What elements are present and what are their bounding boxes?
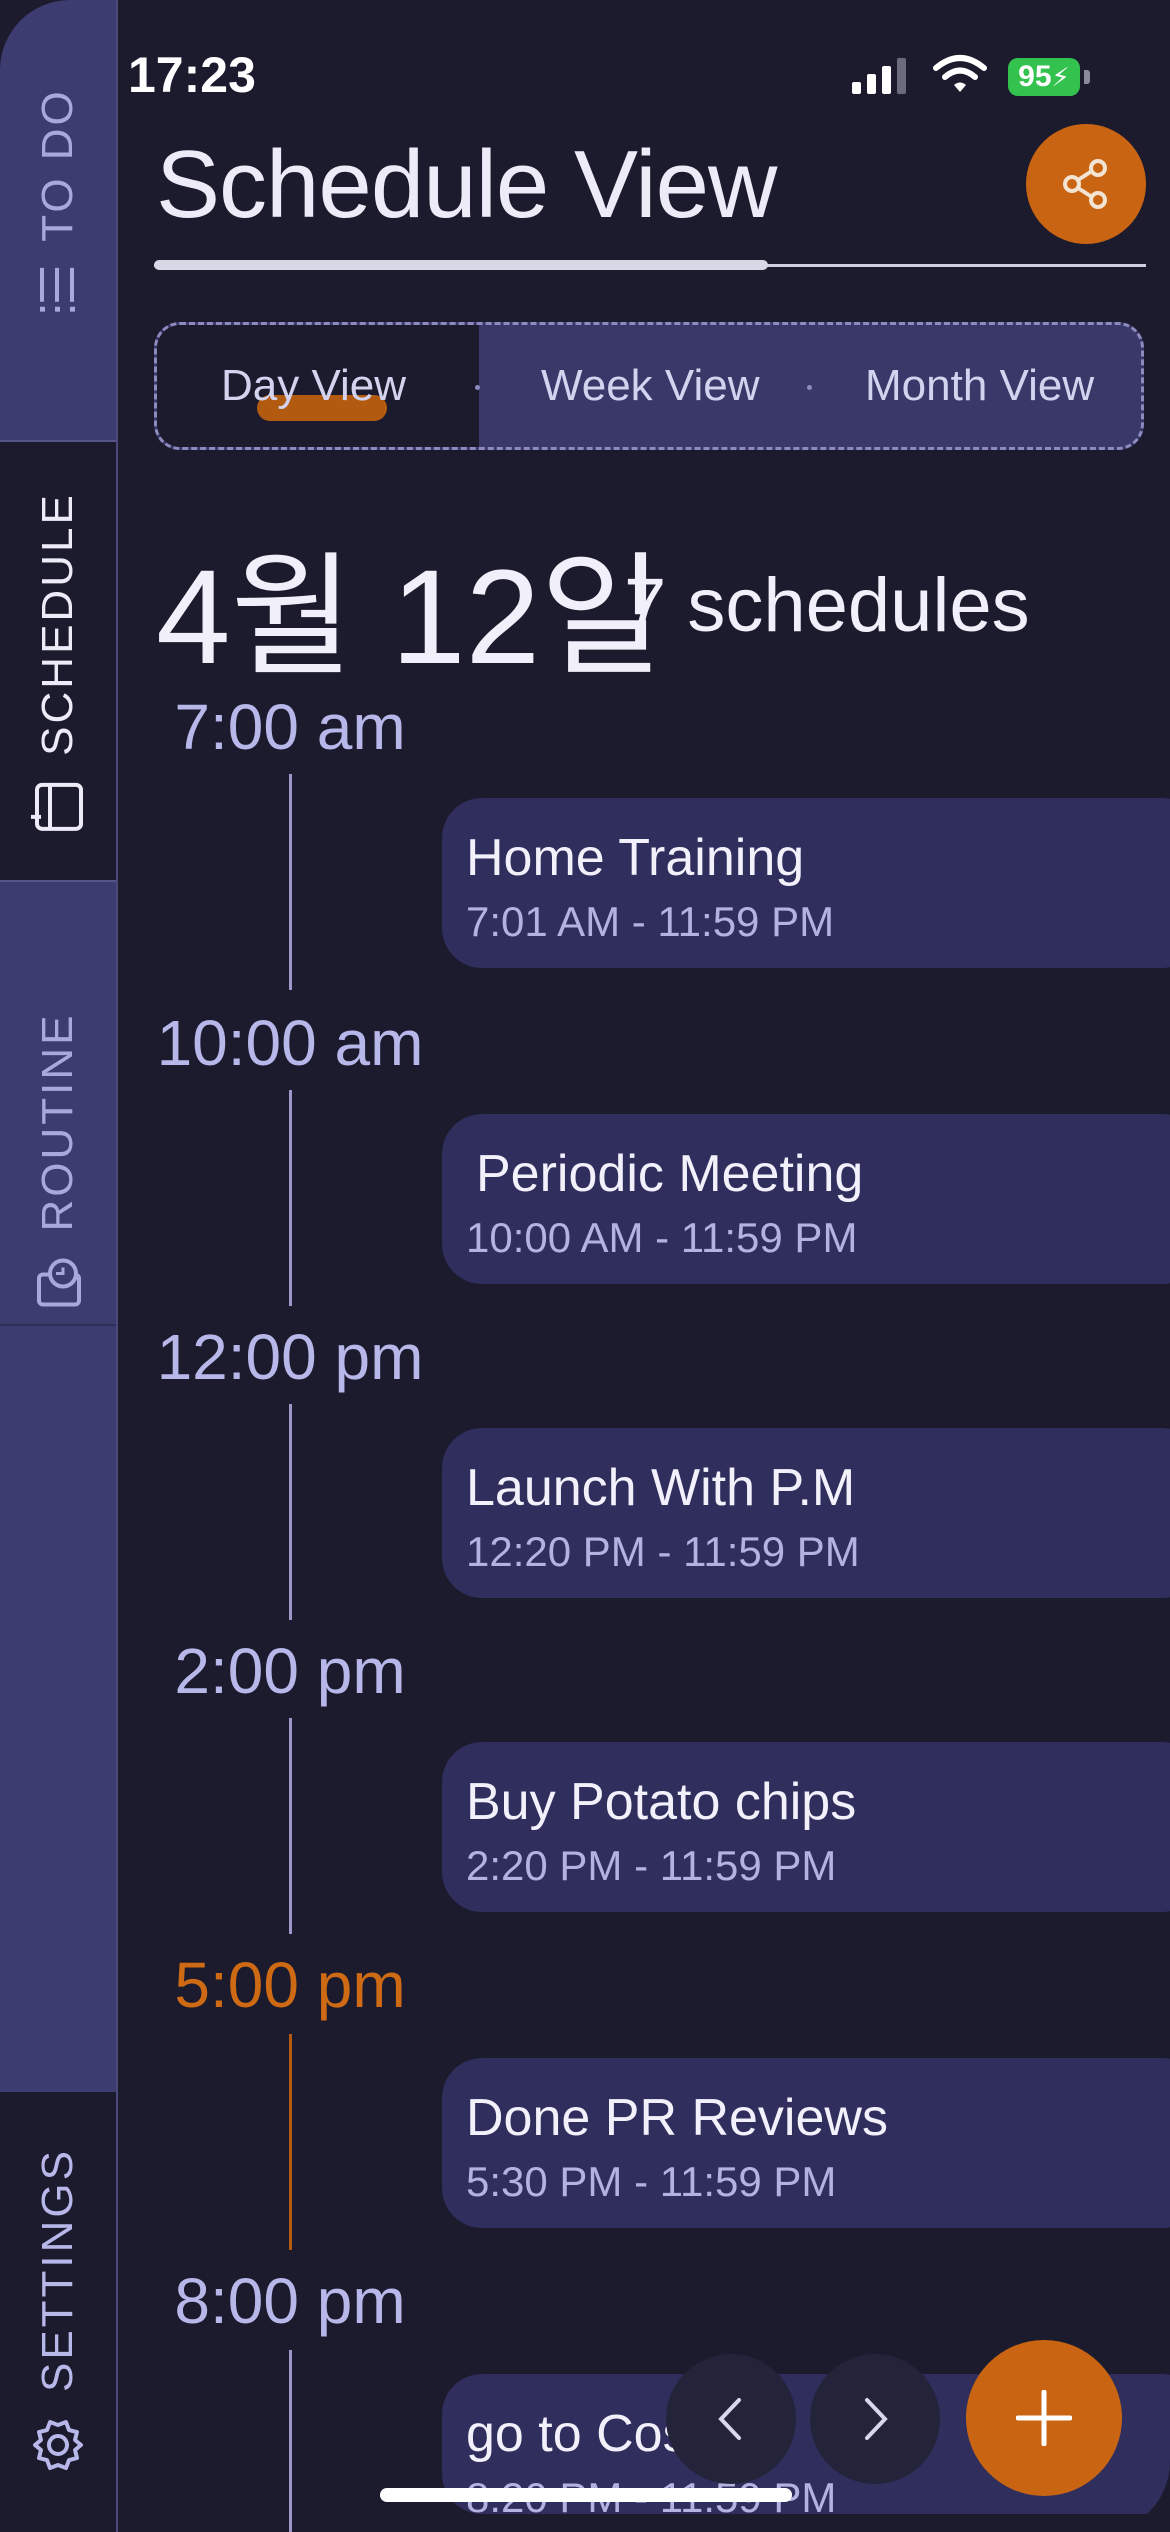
list-icon [40,267,75,312]
sidebar-item-label: ROUTINE [33,1012,82,1232]
sidebar-item-schedule[interactable]: SCHEDULE [0,440,116,882]
timeline-line-current [289,2034,292,2250]
add-schedule-button[interactable] [966,2340,1122,2496]
tab-day-view-label: Day View [221,361,407,410]
view-switcher: Day View Week View Month View [154,322,1144,450]
plus-icon [1016,2390,1072,2446]
battery-tip [1084,70,1090,84]
title-underline-progress [154,260,768,270]
sidebar-item-todo[interactable]: TO DO [0,0,116,440]
battery-icon: 95 ⚡ [1008,58,1080,96]
schedule-time-range: 2:20 PM - 11:59 PM [466,1842,837,1889]
schedule-time-range: 10:00 AM - 11:59 PM [466,1214,858,1261]
schedule-title: Periodic Meeting [476,1145,864,1203]
wifi-icon [933,55,987,92]
sidebar-filler [0,1326,116,2092]
tab-week-view[interactable]: Week View [541,361,759,411]
schedule-time-range: 7:01 AM - 11:59 PM [466,898,835,945]
schedule-time-range: 5:30 PM - 11:59 PM [466,2158,837,2205]
page-title: Schedule View [156,131,777,238]
tab-day-view[interactable]: Day View [157,325,479,447]
separator-dot [475,385,480,390]
time-label: 2:00 pm [174,1635,406,1707]
timeline-line [289,1404,292,1620]
timeline-line [289,1090,292,1306]
sidebar-item-label: SCHEDULE [33,492,82,756]
sidebar-item-settings[interactable]: SETTINGS [0,2092,116,2532]
sidebar-item-label: SETTINGS [33,2147,82,2393]
time-label: 8:00 pm [174,2265,406,2337]
schedule-title: Home Training [466,829,805,887]
schedule-card[interactable]: Periodic Meeting 10:00 AM - 11:59 PM [442,1114,1170,1284]
sidebar-item-routine[interactable]: ROUTINE [0,882,116,1326]
schedule-count: 7 schedules [624,563,1030,648]
share-button[interactable] [1026,124,1146,244]
schedule-time-range: 12:20 PM - 11:59 PM [466,1528,860,1575]
schedule-card[interactable]: Buy Potato chips 2:20 PM - 11:59 PM [442,1742,1170,1912]
time-label: 7:00 am [174,691,406,763]
time-label: 12:00 pm [156,1321,424,1393]
date-heading: 4월 12일 [156,543,664,692]
status-time: 17:23 [128,47,256,103]
calendar-icon [31,782,83,831]
sidebar: TO DO SCHEDULE ROUTINE SETTINGS [0,0,118,2532]
timeline-line [289,774,292,990]
next-day-button[interactable] [810,2354,940,2484]
previous-day-button[interactable] [666,2354,796,2484]
schedule-title: Done PR Reviews [466,2089,888,2147]
tab-month-view[interactable]: Month View [865,361,1094,411]
schedule-title: go to Cos [466,2405,689,2463]
chevron-left-icon [718,2398,741,2440]
schedule-title: Launch With P.M [466,1459,856,1517]
schedule-card[interactable]: Launch With P.M 12:20 PM - 11:59 PM [442,1428,1170,1598]
cellular-signal-icon [852,58,906,94]
separator-dot [807,385,812,390]
home-indicator[interactable] [380,2488,792,2502]
timeline-line [289,2350,292,2532]
chevron-right-icon [865,2398,888,2440]
schedule-card[interactable]: Done PR Reviews 5:30 PM - 11:59 PM [442,2058,1170,2228]
schedule-title: Buy Potato chips [466,1773,857,1831]
routine-clock-icon [37,1258,81,1307]
time-label: 10:00 am [156,1007,424,1079]
schedule-screen: TO DO SCHEDULE ROUTINE SETTINGS 17:23 95… [0,0,1170,2532]
gear-icon [33,2420,83,2471]
time-label-current: 5:00 pm [174,1949,406,2021]
battery-level: 95 [1018,60,1052,93]
timeline-line [289,1718,292,1934]
sidebar-item-label: TO DO [33,88,82,242]
schedule-card[interactable]: Home Training 7:01 AM - 11:59 PM [442,798,1170,968]
share-icon [1063,159,1107,209]
